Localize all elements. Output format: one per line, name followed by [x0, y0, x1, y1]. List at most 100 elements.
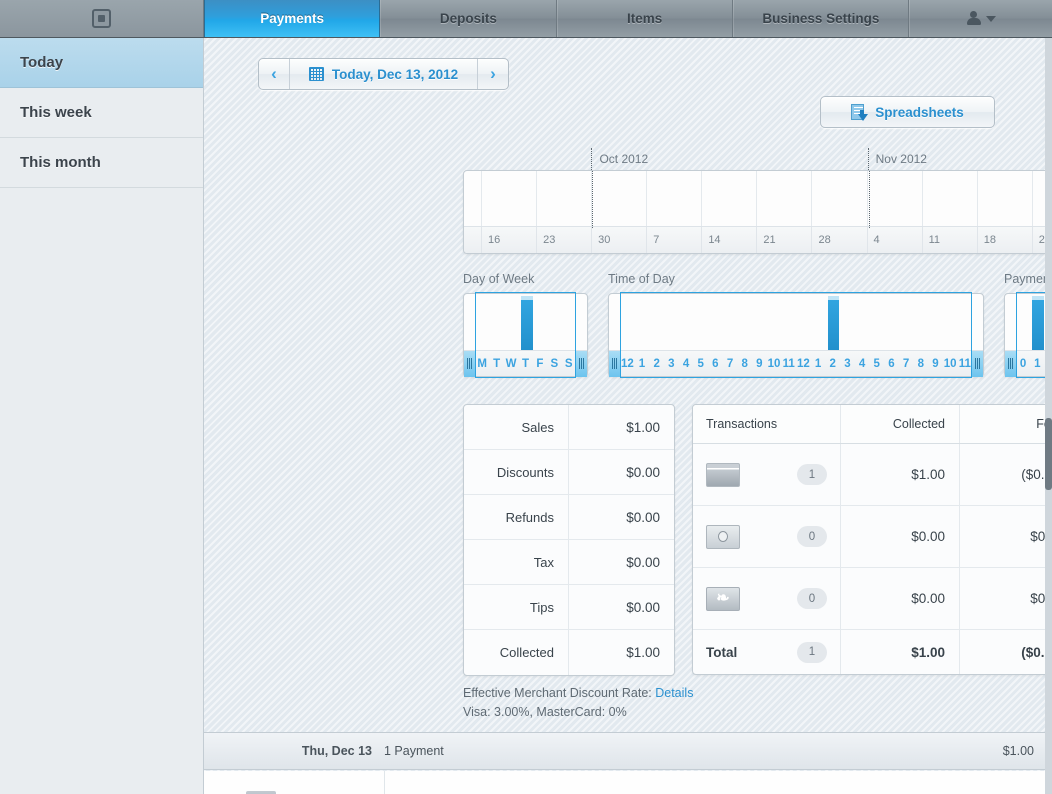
sidebar: Today This week This month: [0, 38, 204, 794]
credit-card-icon: [706, 463, 740, 487]
app-logo-cell[interactable]: [0, 0, 204, 37]
timeline-tick-label: 28: [812, 227, 867, 253]
summary-row-value: $0.00: [569, 495, 674, 539]
chart-handle-right[interactable]: [972, 351, 983, 377]
chart-tick-label: F: [533, 358, 547, 370]
timeline-box[interactable]: 1623307142128411182529: [463, 170, 1052, 254]
chart-bar: [1032, 300, 1044, 351]
chart-tick-label: 9: [752, 358, 767, 370]
spreadsheets-button[interactable]: Spreadsheets: [820, 96, 995, 128]
transaction-fees: $0.00: [960, 506, 1052, 567]
gift-card-icon: ❧: [706, 587, 740, 611]
tab-business-settings[interactable]: Business Settings: [733, 0, 909, 37]
chart-day-of-week: Day of Week MTWTFSS: [463, 272, 588, 377]
chart-time-of-day-plot: [609, 294, 983, 351]
chart-time-of-day-box[interactable]: 121234567891011121234567891011: [608, 293, 984, 377]
next-day-button[interactable]: ›: [478, 59, 508, 89]
vertical-scrollbar[interactable]: [1045, 38, 1052, 794]
total-label-cell: Total1: [693, 630, 841, 674]
summary-row-label: Refunds: [464, 495, 569, 539]
chart-tick-label: 8: [913, 358, 928, 370]
chart-tick-label: 6: [884, 358, 899, 370]
chart-tick-label: 3: [664, 358, 679, 370]
tab-business-settings-label: Business Settings: [762, 11, 879, 26]
chart-tick-label: M: [475, 358, 489, 370]
total-label: Total: [706, 645, 737, 660]
sidebar-item-this-week[interactable]: This week: [0, 88, 203, 138]
chart-tick-label: 7: [723, 358, 738, 370]
timeline-month-divider: [592, 171, 593, 228]
chart-tick-label: 1: [811, 358, 826, 370]
transaction-count-badge: 0: [797, 526, 827, 547]
spreadsheet-download-icon: [851, 104, 867, 121]
summary-row-value: $1.00: [569, 405, 674, 449]
summary-row-label: Collected: [464, 630, 569, 675]
prev-day-label: ‹: [271, 64, 277, 84]
summary-row: Refunds$0.00: [464, 495, 674, 540]
tab-payments[interactable]: Payments: [204, 0, 380, 37]
tab-items[interactable]: Items: [557, 0, 733, 37]
calendar-icon: [309, 67, 324, 81]
table-row: ❧0$0.00$0.00$0.00: [693, 568, 1052, 630]
discount-rate-details-link[interactable]: Details: [655, 686, 693, 700]
summary-table: Sales$1.00Discounts$0.00Refunds$0.00Tax$…: [463, 404, 675, 676]
timeline-axis: 1623307142128411182529: [464, 226, 1052, 253]
sidebar-item-this-month-label: This month: [20, 154, 101, 171]
chart-handle-left[interactable]: [609, 351, 620, 377]
user-menu-button[interactable]: [909, 0, 1052, 37]
chart-day-of-week-plot: [464, 294, 587, 351]
chart-tick-label: 5: [693, 358, 708, 370]
transaction-count-badge: 1: [797, 464, 827, 485]
next-day-label: ›: [490, 64, 496, 84]
timeline-cell: [923, 171, 978, 228]
chart-tick-label: 9: [928, 358, 943, 370]
sidebar-item-this-month[interactable]: This month: [0, 138, 203, 188]
chart-bar: [828, 300, 839, 351]
current-date-label: Today, Dec 13, 2012: [332, 67, 458, 82]
transactions-table: Transactions Collected Fees Net Total 1 $…: [692, 404, 1052, 675]
chart-handle-left[interactable]: [1005, 351, 1016, 377]
tab-deposits-label: Deposits: [440, 11, 497, 26]
chart-handle-right[interactable]: [576, 351, 587, 377]
transaction-type-cell: ❧0: [693, 568, 841, 629]
chart-day-of-week-box[interactable]: MTWTFSS: [463, 293, 588, 377]
chart-tick-label: T: [489, 358, 503, 370]
chevron-down-icon: [986, 16, 996, 22]
payment-group-date: Thu, Dec 13: [204, 744, 384, 758]
timeline-cell: [868, 171, 923, 228]
prev-day-button[interactable]: ‹: [259, 59, 289, 89]
transaction-collected: $0.00: [841, 568, 960, 629]
payment-group-count: 1 Payment: [384, 744, 1003, 758]
date-navigator: ‹ Today, Dec 13, 2012 ›: [258, 58, 509, 90]
chart-handle-left[interactable]: [464, 351, 475, 377]
chart-tick-label: 2: [649, 358, 664, 370]
discount-rate-values: Visa: 3.00%, MasterCard: 0%: [463, 703, 693, 722]
tab-items-label: Items: [627, 11, 662, 26]
payment-list-item[interactable]: VISA 2:31 p.m. World Peace $1.00: [204, 771, 1052, 794]
chart-tick-label: 1: [635, 358, 650, 370]
total-collected: $1.00: [841, 630, 960, 674]
timeline-tick-label: 21: [757, 227, 812, 253]
timeline-tick-label: 18: [978, 227, 1033, 253]
toolbar: ‹ Today, Dec 13, 2012 › Spreadsheets: [204, 38, 1052, 98]
discount-rate-prefix: Effective Merchant Discount Rate:: [463, 686, 652, 700]
transactions-table-header: Transactions Collected Fees Net Total: [693, 405, 1052, 444]
scrollbar-thumb[interactable]: [1045, 418, 1052, 490]
summary-row-value: $0.00: [569, 540, 674, 584]
total-fees: ($0.03): [960, 630, 1052, 674]
tab-deposits[interactable]: Deposits: [380, 0, 556, 37]
date-picker-button[interactable]: Today, Dec 13, 2012: [290, 59, 477, 89]
chart-tick-label: 0: [1016, 358, 1030, 370]
transaction-fees: ($0.03): [960, 444, 1052, 505]
sidebar-item-today[interactable]: Today: [0, 38, 203, 88]
chart-tick-label: 3: [840, 358, 855, 370]
summary-row: Discounts$0.00: [464, 450, 674, 495]
tab-payments-label: Payments: [260, 11, 324, 26]
timeline-tick-label: 11: [923, 227, 978, 253]
summary-row: Sales$1.00: [464, 405, 674, 450]
chart-tick-label: 11: [781, 358, 796, 370]
column-header-fees: Fees: [960, 405, 1052, 443]
chart-tick-label: 10: [767, 358, 782, 370]
summary-row: Tips$0.00: [464, 585, 674, 630]
timeline-tick-label: 23: [537, 227, 592, 253]
